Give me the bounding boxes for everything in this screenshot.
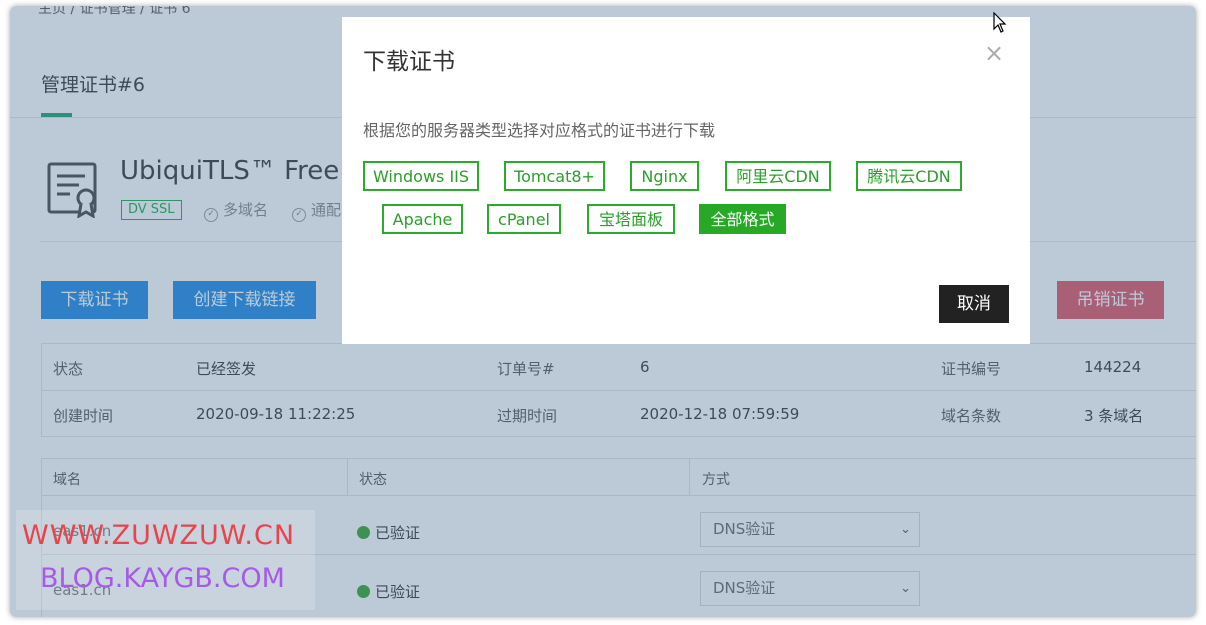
dialog-title: 下载证书 (363, 49, 455, 75)
download-certificate-dialog: 下载证书 × 根据您的服务器类型选择对应格式的证书进行下载 Windows II… (342, 17, 1030, 344)
watermark-text: WWW.ZUWZUW.CN (22, 520, 296, 551)
format-cpanel-button[interactable]: cPanel (487, 204, 561, 234)
dialog-description: 根据您的服务器类型选择对应格式的证书进行下载 (363, 121, 716, 140)
format-aliyun-cdn-button[interactable]: 阿里云CDN (725, 161, 831, 191)
format-tomcat-button[interactable]: Tomcat8+ (504, 161, 605, 191)
cancel-button[interactable]: 取消 (939, 285, 1009, 323)
format-all-button[interactable]: 全部格式 (699, 204, 786, 234)
watermark-text: BLOG.KAYGB.COM (40, 563, 285, 594)
mouse-pointer-icon (993, 12, 1007, 33)
format-nginx-button[interactable]: Nginx (630, 161, 699, 191)
format-apache-button[interactable]: Apache (382, 204, 463, 234)
format-baota-button[interactable]: 宝塔面板 (587, 204, 675, 234)
format-tencent-cdn-button[interactable]: 腾讯云CDN (856, 161, 962, 191)
close-icon[interactable]: × (984, 39, 1004, 67)
format-windows-iis-button[interactable]: Windows IIS (363, 161, 479, 191)
